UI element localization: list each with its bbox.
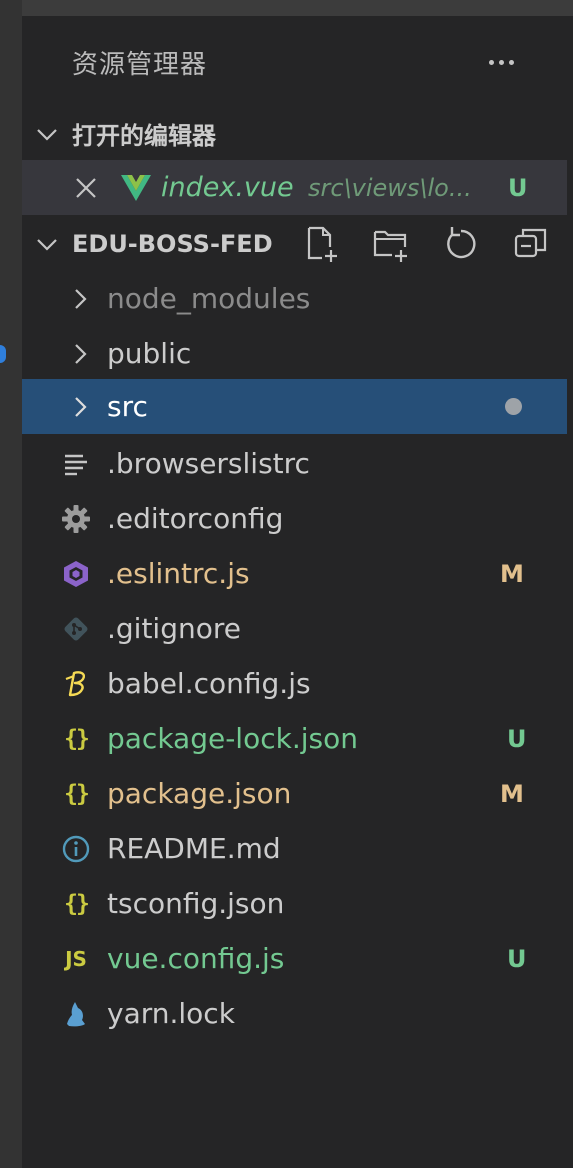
git-status-badge: U <box>508 173 528 202</box>
tree-file-eslintrc[interactable]: .eslintrc.js M <box>22 546 567 601</box>
lines-icon <box>60 448 92 480</box>
tree-file-editorconfig[interactable]: .editorconfig <box>22 491 567 546</box>
file-label: .editorconfig <box>107 502 284 535</box>
tree-file-yarn-lock[interactable]: yarn.lock <box>22 986 567 1041</box>
tree-folder-src[interactable]: src <box>22 379 567 434</box>
more-actions-icon[interactable] <box>479 47 523 77</box>
file-label: babel.config.js <box>107 667 311 700</box>
chevron-down-icon <box>35 232 59 256</box>
refresh-icon[interactable] <box>442 225 480 263</box>
babel-icon <box>60 668 92 700</box>
json-icon: {} <box>64 890 90 917</box>
file-label: .gitignore <box>107 612 241 645</box>
tree-file-babel-config[interactable]: babel.config.js <box>22 656 567 711</box>
file-label: yarn.lock <box>107 997 235 1030</box>
folder-label: src <box>107 390 148 423</box>
open-editor-filename: index.vue <box>161 172 294 203</box>
tree-file-tsconfig[interactable]: {} tsconfig.json <box>22 876 567 931</box>
info-icon <box>60 833 92 865</box>
new-folder-icon[interactable] <box>372 225 410 263</box>
file-label: .browserslistrc <box>107 447 310 480</box>
explorer-header: 资源管理器 <box>22 34 567 90</box>
explorer-sidebar: 资源管理器 打开的编辑器 index.vue src\views\lo... U… <box>22 16 573 1168</box>
vue-icon <box>121 174 151 201</box>
file-label: vue.config.js <box>107 942 285 975</box>
tree-file-gitignore[interactable]: .gitignore <box>22 601 567 656</box>
project-header[interactable]: EDU-BOSS-FED <box>22 216 567 271</box>
project-title: EDU-BOSS-FED <box>72 229 273 258</box>
file-label: tsconfig.json <box>107 887 285 920</box>
chevron-down-icon <box>35 122 59 146</box>
tree-folder-node-modules[interactable]: node_modules <box>22 271 567 326</box>
gear-icon <box>60 503 92 535</box>
eslint-icon <box>60 558 92 590</box>
json-icon: {} <box>64 780 90 807</box>
folder-label: public <box>107 337 192 370</box>
collapse-all-icon[interactable] <box>512 225 550 263</box>
js-icon: JS <box>65 946 87 971</box>
explorer-title: 资源管理器 <box>72 49 208 80</box>
chevron-right-icon <box>68 342 92 366</box>
new-file-icon[interactable] <box>302 225 340 263</box>
yarn-icon <box>60 998 92 1030</box>
git-icon <box>60 613 92 645</box>
tree-file-package[interactable]: {} package.json M <box>22 766 567 821</box>
chevron-right-icon <box>68 287 92 311</box>
git-status-badge: U <box>507 724 527 753</box>
tree-file-package-lock[interactable]: {} package-lock.json U <box>22 711 567 766</box>
file-label: package.json <box>107 777 292 810</box>
open-editors-header[interactable]: 打开的编辑器 <box>22 106 567 161</box>
tree-file-vue-config[interactable]: JS vue.config.js U <box>22 931 567 986</box>
title-bar-edge <box>22 0 573 16</box>
close-icon[interactable] <box>75 177 97 199</box>
file-label: .eslintrc.js <box>107 557 250 590</box>
open-editor-path: src\views\lo... <box>308 173 472 202</box>
modified-dot <box>505 398 522 415</box>
chevron-right-icon <box>68 395 92 419</box>
file-label: README.md <box>107 832 281 865</box>
git-status-badge: M <box>500 779 524 808</box>
file-label: package-lock.json <box>107 722 358 755</box>
tree-file-readme[interactable]: README.md <box>22 821 567 876</box>
git-status-badge: M <box>500 559 524 588</box>
activity-bar-edge <box>0 0 22 1168</box>
json-icon: {} <box>64 725 90 752</box>
tree-file-browserslistrc[interactable]: .browserslistrc <box>22 436 567 491</box>
folder-label: node_modules <box>107 282 311 315</box>
open-editor-item[interactable]: index.vue src\views\lo... U <box>22 160 567 215</box>
git-status-badge: U <box>507 944 527 973</box>
open-editors-title: 打开的编辑器 <box>72 122 216 150</box>
tree-folder-public[interactable]: public <box>22 326 567 381</box>
